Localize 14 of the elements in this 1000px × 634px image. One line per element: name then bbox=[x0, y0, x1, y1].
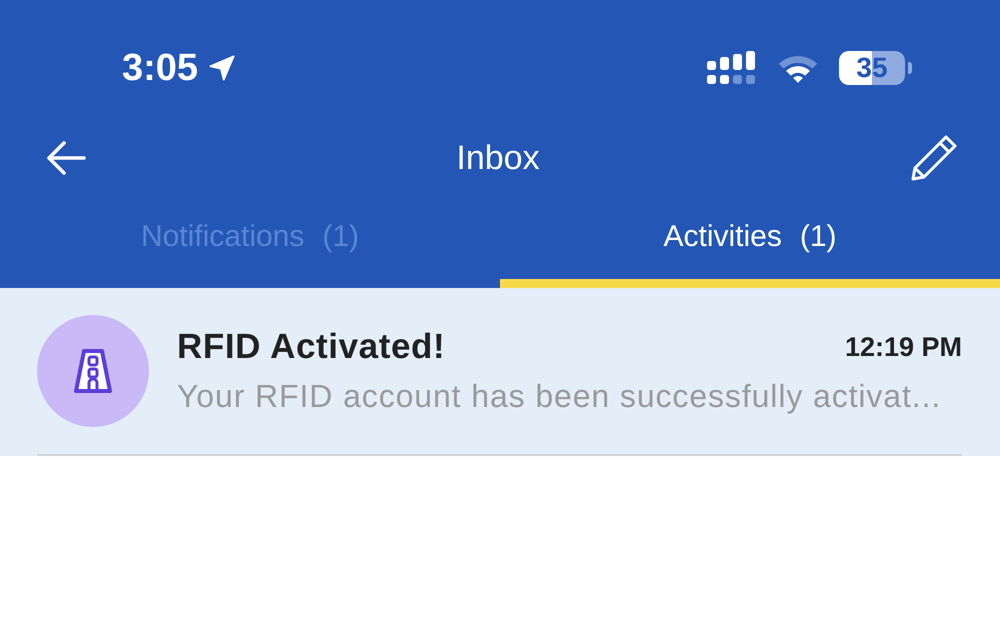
back-button[interactable] bbox=[46, 141, 86, 175]
message-time: 12:19 PM bbox=[844, 331, 962, 363]
screen-title: Inbox bbox=[456, 138, 540, 179]
message-title: RFID Activated! bbox=[177, 327, 446, 367]
road-icon bbox=[37, 315, 149, 427]
location-arrow-icon bbox=[208, 54, 236, 82]
back-arrow-icon bbox=[46, 141, 86, 175]
compose-button[interactable] bbox=[910, 134, 958, 182]
pencil-icon bbox=[910, 134, 958, 182]
battery-percent: 35 bbox=[856, 53, 888, 83]
status-time: 3:05 bbox=[122, 46, 198, 90]
message-preview: Your RFID account has been successfully activat... bbox=[177, 377, 942, 415]
message-item[interactable]: RFID Activated! 12:19 PM Your RFID account has been successfully activat... bbox=[0, 288, 1000, 456]
signal-icon bbox=[707, 51, 757, 85]
